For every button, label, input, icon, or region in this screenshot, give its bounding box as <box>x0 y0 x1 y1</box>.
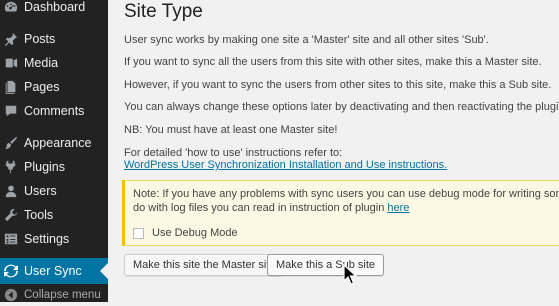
sidebar-item-pages[interactable]: Pages <box>0 75 108 99</box>
main-content: Site Type User sync works by making one … <box>108 0 559 302</box>
sidebar-item-user-sync[interactable]: User Sync <box>0 258 108 284</box>
comments-icon <box>4 104 18 118</box>
paintbrush-icon <box>4 136 18 150</box>
debug-mode-option[interactable]: Use Debug Mode <box>133 227 238 239</box>
dashboard-icon <box>4 0 18 14</box>
sub-explanation: However, if you want to sync the users f… <box>124 79 552 91</box>
admin-sidebar: Dashboard Posts Media Pages Comments App… <box>0 0 108 302</box>
page-title: Site Type <box>124 1 203 22</box>
sidebar-item-label: User Sync <box>24 264 82 278</box>
sidebar-item-appearance[interactable]: Appearance <box>0 131 108 155</box>
mouse-pointer-icon <box>343 264 357 285</box>
sidebar-item-plugins[interactable]: Plugins <box>0 155 108 179</box>
notice-text: Note: If you have any problems with sync… <box>133 187 559 215</box>
collapse-menu-button[interactable]: Collapse menu <box>0 284 108 306</box>
sidebar-item-label: Comments <box>24 104 85 118</box>
debug-notice: Note: If you have any problems with sync… <box>122 180 559 246</box>
master-explanation: If you want to sync all the users from t… <box>124 56 542 68</box>
sidebar-item-tools[interactable]: Tools <box>0 203 108 227</box>
sidebar-item-label: Tools <box>24 208 54 222</box>
sidebar-item-label: Media <box>24 56 59 70</box>
sidebar-item-label: Settings <box>24 232 70 246</box>
sidebar-item-label: Posts <box>24 32 56 46</box>
sidebar-item-label: Plugins <box>24 160 65 174</box>
sidebar-item-label: Appearance <box>24 136 92 150</box>
plugin-icon <box>4 160 18 174</box>
users-icon <box>4 184 18 198</box>
sidebar-item-settings[interactable]: Settings <box>0 227 108 251</box>
notice-here-link[interactable]: here <box>387 202 409 214</box>
wrench-icon <box>4 208 18 222</box>
debug-mode-checkbox[interactable] <box>133 227 144 239</box>
notice-line-2: do with log files you can read in instru… <box>133 201 559 215</box>
master-required-note: NB: You must have at least one Master si… <box>124 124 338 136</box>
debug-mode-label: Use Debug Mode <box>152 227 238 239</box>
howto-paragraph: WordPress User Synchronization Installat… <box>124 159 447 172</box>
pages-icon <box>4 80 18 94</box>
change-options-note: You can always change these options late… <box>124 101 559 113</box>
pin-icon <box>4 32 18 46</box>
sidebar-item-users[interactable]: Users <box>0 179 108 203</box>
sidebar-item-label: Pages <box>24 80 60 94</box>
collapse-arrow-icon <box>4 288 18 302</box>
sidebar-item-label: Users <box>24 184 57 198</box>
sidebar-item-media[interactable]: Media <box>0 51 108 75</box>
make-sub-button[interactable]: Make this a Sub site <box>267 254 385 276</box>
sync-icon <box>4 264 18 278</box>
sidebar-item-posts[interactable]: Posts <box>0 27 108 51</box>
media-icon <box>4 56 18 70</box>
sidebar-item-dashboard[interactable]: Dashboard <box>0 0 108 19</box>
make-master-button[interactable]: Make this site the Master site <box>124 254 285 276</box>
sidebar-item-comments[interactable]: Comments <box>0 99 108 123</box>
notice-line-2-text: do with log files you can read in instru… <box>133 202 385 214</box>
notice-line-1: Note: If you have any problems with sync… <box>133 188 559 200</box>
intro-paragraph: User sync works by making one site a 'Ma… <box>124 34 489 46</box>
collapse-menu-label: Collapse menu <box>24 289 101 301</box>
instructions-link[interactable]: WordPress User Synchronization Installat… <box>124 159 447 171</box>
settings-icon <box>4 232 18 246</box>
sidebar-item-label: Dashboard <box>24 0 86 14</box>
